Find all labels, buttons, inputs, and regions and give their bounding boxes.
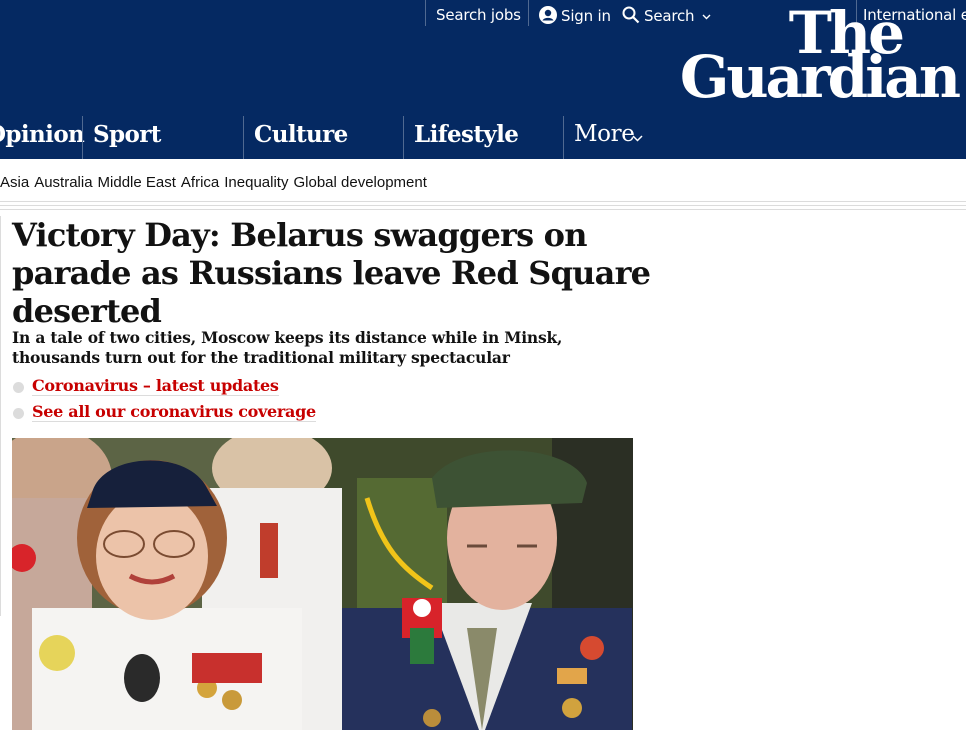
pillar-opinion[interactable]: Opinion: [0, 116, 85, 159]
masthead: Search jobs Sign in Search International…: [0, 0, 966, 116]
sign-in-link[interactable]: Sign in: [539, 6, 611, 28]
pillar-more-label: More: [574, 121, 635, 147]
pillar-nav: Opinion Sport Culture Lifestyle More: [0, 116, 966, 159]
pillar-sport[interactable]: Sport: [82, 116, 243, 159]
pillar-culture[interactable]: Culture: [243, 116, 403, 159]
pillar-more[interactable]: More: [563, 116, 723, 159]
search-jobs-link[interactable]: Search jobs: [436, 6, 521, 24]
sub-nav-link-africa[interactable]: Africa: [181, 174, 219, 191]
sub-nav: Asia Australia Middle East Africa Inequality…: [0, 159, 966, 203]
coronavirus-coverage-link[interactable]: See all our coronavirus coverage: [32, 402, 316, 422]
pillar-label: Opinion: [0, 121, 85, 148]
article-standfirst: In a tale of two cities, Moscow keeps it…: [12, 328, 563, 367]
bullet-dot-icon: [13, 382, 24, 393]
article-main-image[interactable]: [12, 438, 633, 730]
magnifier-icon: [622, 6, 640, 28]
search-toggle[interactable]: Search: [622, 6, 711, 28]
sub-nav-items: Asia Australia Middle East Africa Inequality…: [0, 172, 432, 191]
sub-nav-link-middle-east[interactable]: Middle East: [98, 174, 176, 191]
chevron-down-icon: [632, 135, 643, 142]
sub-nav-link-asia[interactable]: Asia: [0, 174, 29, 191]
sub-nav-link-inequality[interactable]: Inequality: [224, 174, 288, 191]
pillar-label: Culture: [254, 121, 348, 148]
pillar-label: Lifestyle: [414, 121, 519, 148]
bullet-dot-icon: [13, 408, 24, 419]
user-circle-icon: [539, 6, 557, 28]
pillar-lifestyle[interactable]: Lifestyle: [403, 116, 563, 159]
section-divider: [0, 201, 966, 213]
search-label: Search: [644, 7, 695, 25]
top-bar-divider: [528, 0, 529, 26]
logo-line-guardian: Guardian: [679, 43, 961, 111]
chevron-down-icon: [702, 6, 711, 24]
column-divider: [0, 216, 1, 616]
top-bar-divider: [425, 0, 426, 26]
article-headline: Victory Day: Belarus swaggers on parade …: [12, 216, 651, 330]
sign-in-label: Sign in: [561, 7, 611, 25]
coronavirus-latest-link[interactable]: Coronavirus – latest updates: [32, 376, 279, 396]
sub-nav-link-global-development[interactable]: Global development: [293, 174, 426, 191]
veterans-photo: [12, 438, 633, 730]
pillar-label: Sport: [93, 121, 161, 148]
sub-nav-link-australia[interactable]: Australia: [34, 174, 92, 191]
